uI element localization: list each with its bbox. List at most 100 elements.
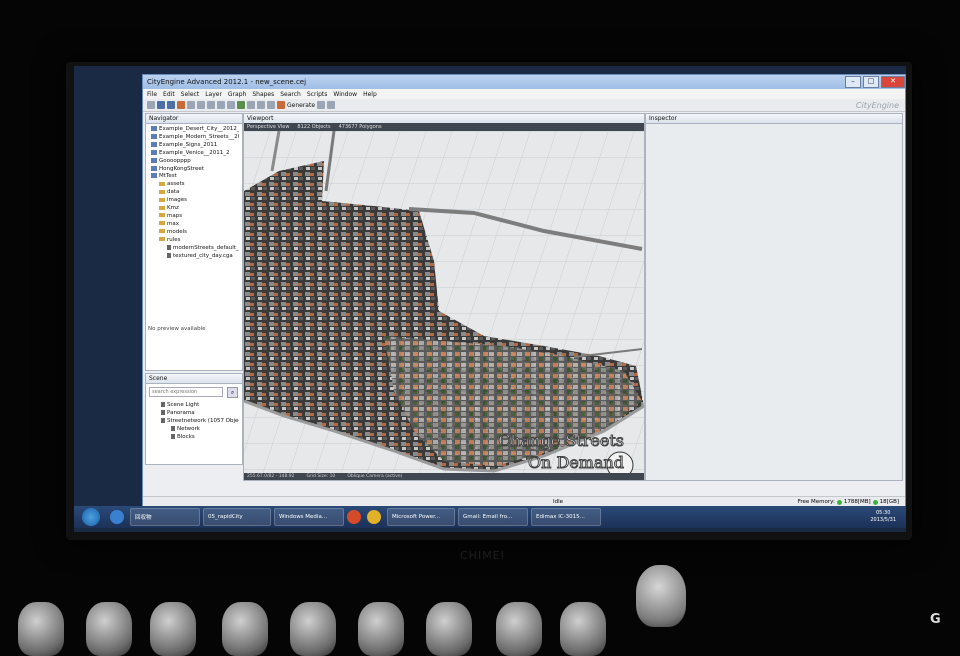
open-icon[interactable]: [157, 101, 165, 109]
navigator-item[interactable]: textured_city_day.cga: [149, 252, 239, 261]
eye-icon[interactable]: [171, 433, 175, 439]
navigator-panel: Navigator Example_Desert_City__2012_1 Exa…: [145, 113, 243, 371]
close-button[interactable]: ✕: [881, 76, 905, 88]
watermark-logo: G: [930, 612, 941, 627]
scene-item-label: Network: [177, 425, 200, 432]
navigator-item[interactable]: maps: [149, 213, 239, 221]
navigator-item[interactable]: max: [149, 221, 239, 229]
navigator-item[interactable]: models: [149, 229, 239, 237]
tab-inspector[interactable]: Inspector: [646, 114, 902, 124]
scene-item[interactable]: Blocks: [149, 433, 239, 442]
taskbar-item-rapidcity[interactable]: 05_rapidCity: [203, 508, 271, 526]
export-icon[interactable]: [187, 101, 195, 109]
viewport-panel[interactable]: Viewport Perspective View 8122 Objects 4…: [243, 113, 645, 481]
scene-item[interactable]: Panorama: [149, 409, 239, 418]
windows-taskbar: 回収物 05_rapidCity Windows Media... Micros…: [74, 506, 906, 528]
ie-icon[interactable]: [110, 510, 124, 524]
cube-icon[interactable]: [257, 101, 265, 109]
import-icon[interactable]: [177, 101, 185, 109]
navigator-item[interactable]: Example_Signs_2011: [149, 141, 239, 150]
chrome-icon[interactable]: [367, 510, 381, 524]
scene-item[interactable]: Network: [149, 425, 239, 434]
navigator-item[interactable]: Goooopppp: [149, 157, 239, 166]
cityengine-logo: CityEngine: [855, 100, 899, 110]
menu-shapes[interactable]: Shapes: [252, 91, 274, 98]
menu-search[interactable]: Search: [280, 91, 301, 98]
file-icon: [167, 244, 171, 250]
menu-scripts[interactable]: Scripts: [307, 91, 328, 98]
navigator-item-label: modernStreets_default_: [173, 244, 239, 251]
taskbar-item-edimax[interactable]: Edimax IC-3015...: [531, 508, 601, 526]
project-icon: [151, 165, 157, 171]
generate-button[interactable]: Generate: [287, 102, 315, 109]
minimize-button[interactable]: –: [845, 76, 861, 88]
navigator-item[interactable]: MtTest: [149, 173, 239, 181]
street-tool-icon[interactable]: [237, 101, 245, 109]
shape-tool-icon[interactable]: [247, 101, 255, 109]
project-icon: [151, 173, 157, 179]
memory-total-icon: [872, 499, 878, 505]
tab-scene[interactable]: Scene: [146, 374, 242, 384]
free-memory-label: Free Memory:: [797, 499, 835, 505]
search-icon[interactable]: ⌕: [227, 387, 238, 398]
folder-icon: [159, 229, 165, 234]
menu-file[interactable]: File: [147, 91, 157, 98]
folder-icon: [159, 213, 165, 218]
navigator-item[interactable]: rules: [149, 237, 239, 245]
generate-icon[interactable]: [277, 101, 285, 109]
navigator-item[interactable]: Example_Venice__2011_2: [149, 149, 239, 158]
folder-icon: [159, 197, 165, 202]
save-icon[interactable]: [167, 101, 175, 109]
camera-icon[interactable]: [267, 101, 275, 109]
navigator-item[interactable]: Kmz: [149, 205, 239, 213]
align-icon[interactable]: [327, 101, 336, 109]
scene-search-input[interactable]: search expression: [149, 387, 223, 397]
firefox-icon[interactable]: [347, 510, 361, 524]
eye-icon[interactable]: [161, 402, 165, 407]
navigator-item[interactable]: modernStreets_default_: [149, 244, 239, 253]
navigator-item-label: assets: [167, 181, 185, 188]
menu-select[interactable]: Select: [181, 91, 200, 98]
taskbar-item-powerpoint[interactable]: Microsoft Power...: [387, 508, 455, 526]
navigator-item[interactable]: images: [149, 197, 239, 205]
navigator-item-label: MtTest: [159, 173, 177, 180]
rotate-tool-icon[interactable]: [207, 101, 215, 109]
navigator-item[interactable]: HongKongStreet: [149, 165, 239, 174]
clock-date: 2013/5/31: [870, 517, 896, 523]
city-render[interactable]: [244, 131, 644, 481]
navigator-item[interactable]: assets: [149, 181, 239, 189]
eye-icon[interactable]: [161, 409, 165, 415]
scale-tool-icon[interactable]: [217, 101, 225, 109]
menu-window[interactable]: Window: [333, 91, 357, 98]
menu-graph[interactable]: Graph: [228, 91, 246, 98]
navigator-item-label: Kmz: [167, 205, 179, 212]
maximize-button[interactable]: □: [863, 76, 879, 88]
folder-icon: [159, 189, 165, 194]
scene-item-label: Blocks: [177, 433, 195, 440]
navigator-item[interactable]: Example_Desert_City__2012_1: [149, 126, 239, 134]
cleanup-icon[interactable]: [317, 101, 326, 109]
taskbar-item-media[interactable]: Windows Media...: [274, 508, 344, 526]
taskbar-item-folder[interactable]: 回収物: [130, 508, 200, 526]
eye-icon[interactable]: [161, 417, 165, 423]
eye-icon[interactable]: [171, 425, 175, 431]
scene-item[interactable]: Scene Light: [149, 402, 239, 410]
title-bar[interactable]: CityEngine Advanced 2012.1 - new_scene.c…: [143, 75, 905, 89]
tab-navigator[interactable]: Navigator: [146, 114, 242, 124]
navigator-item[interactable]: Example_Modern_Streets__2011_: [149, 133, 239, 142]
menu-layer[interactable]: Layer: [205, 91, 222, 98]
menu-help[interactable]: Help: [363, 91, 377, 98]
new-icon[interactable]: [147, 101, 155, 109]
navigator-item[interactable]: data: [149, 189, 239, 197]
folder-icon: [159, 205, 165, 210]
move-tool-icon[interactable]: [197, 101, 205, 109]
select-tool-icon[interactable]: [227, 101, 235, 109]
start-button[interactable]: [82, 508, 100, 526]
taskbar-clock[interactable]: 05:30 2013/5/31: [870, 510, 896, 524]
status-idle: Idle: [553, 499, 564, 505]
scene-item[interactable]: Streetnetwork (1057 Object: [149, 417, 239, 426]
taskbar-item-gmail[interactable]: Gmail: Email fro...: [458, 508, 528, 526]
menu-edit[interactable]: Edit: [163, 91, 175, 98]
menu-bar: File Edit Select Layer Graph Shapes Sear…: [143, 89, 905, 99]
view-mode[interactable]: Perspective View: [247, 124, 289, 130]
